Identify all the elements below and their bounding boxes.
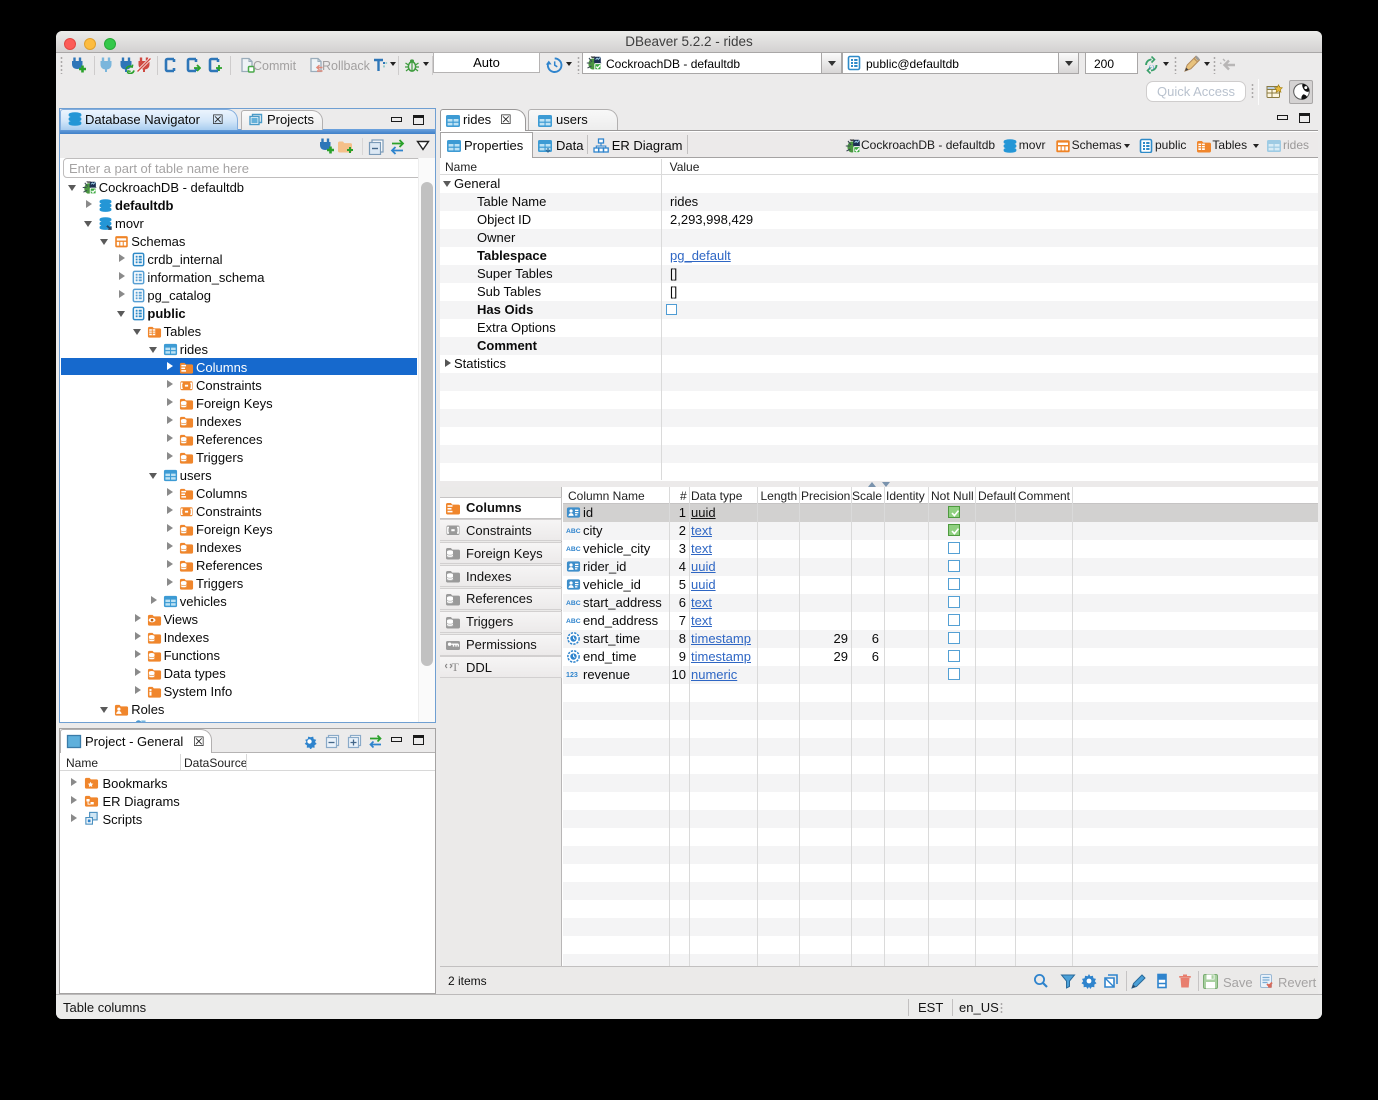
svg-text:ABC: ABC [566, 546, 581, 553]
svg-text:ABC: ABC [566, 618, 581, 625]
svg-text:(-): (-) [1149, 65, 1154, 71]
svg-text:123: 123 [566, 671, 578, 679]
svg-text:ABC: ABC [566, 528, 581, 535]
svg-text:ABC: ABC [566, 600, 581, 607]
